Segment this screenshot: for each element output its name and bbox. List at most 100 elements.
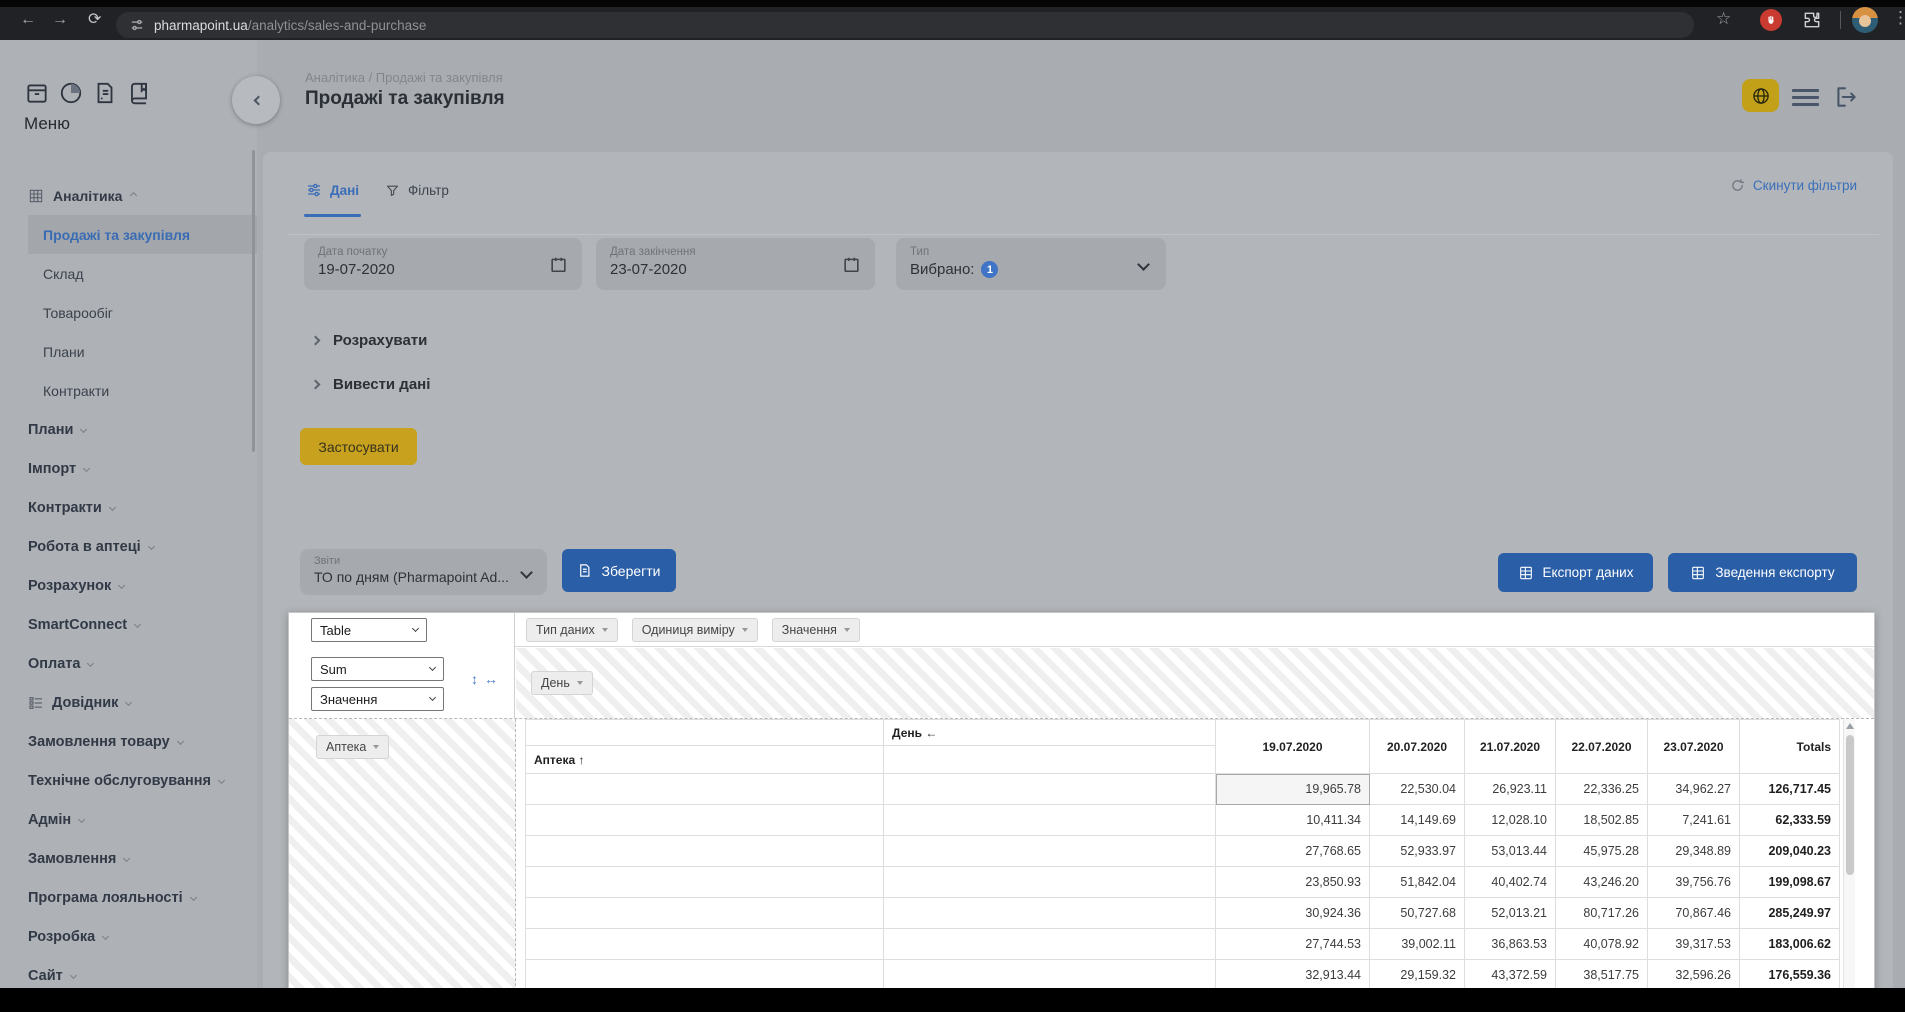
sidebar-item[interactable]: Товарообіг <box>0 293 257 332</box>
sidebar-section[interactable]: SmartConnect <box>0 605 257 644</box>
data-cell[interactable]: 40,402.74 <box>1465 867 1556 898</box>
total-cell[interactable]: 126,717.45 <box>1740 774 1840 805</box>
data-cell[interactable]: 36,863.53 <box>1465 929 1556 960</box>
sidebar-section[interactable]: Розрахунок <box>0 566 257 605</box>
data-cell[interactable]: 30,924.36 <box>1216 898 1370 929</box>
sidebar-section[interactable]: Технічне обслуговування <box>0 761 257 800</box>
sidebar-section[interactable]: Адмін <box>0 800 257 839</box>
sidebar-section-analytics[interactable]: Аналітика <box>0 176 257 215</box>
extensions-puzzle-icon[interactable] <box>1802 10 1822 30</box>
pivot-table[interactable]: День ←19.07.202020.07.202021.07.202022.0… <box>525 719 1840 1012</box>
sidebar-section[interactable]: Оплата <box>0 644 257 683</box>
apply-button[interactable]: Застосувати <box>300 428 417 465</box>
date-column-header[interactable]: 23.07.2020 <box>1648 720 1740 774</box>
data-cell[interactable]: 27,744.53 <box>1216 929 1370 960</box>
data-cell[interactable]: 22,530.04 <box>1370 774 1465 805</box>
row-field-pill[interactable]: Аптека <box>316 735 389 759</box>
data-cell[interactable]: 52,933.97 <box>1370 836 1465 867</box>
row-label-cell[interactable] <box>526 898 884 929</box>
data-cell[interactable]: 19,965.78 <box>1216 774 1370 805</box>
data-cell[interactable]: 22,336.25 <box>1556 774 1648 805</box>
row-sub-cell[interactable] <box>884 805 1216 836</box>
sidebar-section[interactable]: Контракти <box>0 488 257 527</box>
collapse-sidebar-button[interactable] <box>232 76 280 124</box>
row-sub-cell[interactable] <box>884 836 1216 867</box>
row-label-cell[interactable] <box>526 867 884 898</box>
tab-data[interactable]: Дані <box>306 182 359 198</box>
resize-vertical-icon[interactable]: ↕ <box>471 671 478 687</box>
data-cell[interactable]: 14,149.69 <box>1370 805 1465 836</box>
data-cell[interactable]: 80,717.26 <box>1556 898 1648 929</box>
data-cell[interactable]: 26,923.11 <box>1465 774 1556 805</box>
row-label-cell[interactable] <box>526 960 884 991</box>
sidebar-scrollbar[interactable] <box>252 150 255 452</box>
calendar-icon[interactable] <box>842 255 861 274</box>
data-cell[interactable]: 32,913.44 <box>1216 960 1370 991</box>
data-cell[interactable]: 53,013.44 <box>1465 836 1556 867</box>
data-cell[interactable]: 43,246.20 <box>1556 867 1648 898</box>
reports-select[interactable]: Звіти ТО по дням (Pharmapoint Ad... <box>300 549 547 595</box>
data-cell[interactable]: 70,867.46 <box>1648 898 1740 929</box>
table-scrollbar[interactable] <box>1843 719 1855 1012</box>
sidebar-section[interactable]: Розробка <box>0 917 257 956</box>
data-cell[interactable]: 7,241.61 <box>1648 805 1740 836</box>
values-select[interactable]: Значення <box>311 687 444 711</box>
sidebar-section[interactable]: Робота в аптеці <box>0 527 257 566</box>
sidebar-item[interactable]: Контракти <box>0 371 257 410</box>
data-cell[interactable]: 34,962.27 <box>1648 774 1740 805</box>
pivot-column-dropzone[interactable]: День <box>516 648 1874 718</box>
scrollbar-thumb[interactable] <box>1846 735 1854 875</box>
sidebar-section[interactable]: Довідник <box>0 683 257 722</box>
sidebar-section[interactable]: Плани <box>0 410 257 449</box>
language-button[interactable] <box>1742 79 1779 112</box>
site-info-icon[interactable] <box>130 18 144 32</box>
date-column-header[interactable]: 19.07.2020 <box>1216 720 1370 774</box>
book-icon[interactable] <box>126 80 152 106</box>
address-bar[interactable]: pharmapoint.ua/analytics/sales-and-purch… <box>116 12 1694 38</box>
sidebar-item[interactable]: Склад <box>0 254 257 293</box>
row-sub-cell[interactable] <box>884 960 1216 991</box>
archive-icon[interactable] <box>24 80 50 106</box>
total-cell[interactable]: 176,559.36 <box>1740 960 1840 991</box>
data-cell[interactable]: 39,756.76 <box>1648 867 1740 898</box>
total-cell[interactable]: 285,249.97 <box>1740 898 1840 929</box>
total-cell[interactable]: 209,040.23 <box>1740 836 1840 867</box>
data-cell[interactable]: 29,348.89 <box>1648 836 1740 867</box>
sidebar-section[interactable]: Програма лояльності <box>0 878 257 917</box>
data-cell[interactable]: 39,317.53 <box>1648 929 1740 960</box>
tab-filter[interactable]: Фільтр <box>385 183 449 198</box>
data-cell[interactable]: 29,159.32 <box>1370 960 1465 991</box>
hamburger-icon[interactable] <box>1792 89 1819 106</box>
measure-pill[interactable]: Значення <box>772 618 860 642</box>
total-cell[interactable]: 199,098.67 <box>1740 867 1840 898</box>
profile-avatar[interactable] <box>1852 7 1878 33</box>
data-cell[interactable]: 43,372.59 <box>1465 960 1556 991</box>
logout-button[interactable] <box>1833 84 1859 110</box>
data-cell[interactable]: 50,727.68 <box>1370 898 1465 929</box>
adblock-extension-icon[interactable] <box>1760 9 1782 31</box>
totals-header[interactable]: Totals <box>1740 720 1840 774</box>
data-cell[interactable]: 51,842.04 <box>1370 867 1465 898</box>
data-cell[interactable]: 12,028.10 <box>1465 805 1556 836</box>
total-cell[interactable]: 183,006.62 <box>1740 929 1840 960</box>
date-start-field[interactable]: Дата початку 19-07-2020 <box>304 238 582 290</box>
sidebar-section[interactable]: Імпорт <box>0 449 257 488</box>
data-cell[interactable]: 52,013.21 <box>1465 898 1556 929</box>
sidebar-section[interactable]: Замовлення <box>0 839 257 878</box>
row-sub-cell[interactable] <box>884 774 1216 805</box>
browser-back-button[interactable]: ← <box>20 12 36 28</box>
date-column-header[interactable]: 21.07.2020 <box>1465 720 1556 774</box>
total-cell[interactable]: 62,333.59 <box>1740 805 1840 836</box>
row-sub-cell[interactable] <box>884 898 1216 929</box>
browser-forward-button[interactable]: → <box>52 12 68 28</box>
data-cell[interactable]: 10,411.34 <box>1216 805 1370 836</box>
sidebar-item[interactable]: Продажі та закупівля <box>28 215 257 254</box>
data-cell[interactable]: 27,768.65 <box>1216 836 1370 867</box>
row-sub-cell[interactable] <box>884 929 1216 960</box>
col-axis-header[interactable]: День ← <box>884 720 1216 746</box>
date-column-header[interactable]: 22.07.2020 <box>1556 720 1648 774</box>
row-label-cell[interactable] <box>526 805 884 836</box>
browser-reload-button[interactable]: ⟳ <box>88 12 101 28</box>
data-cell[interactable]: 32,596.26 <box>1648 960 1740 991</box>
data-cell[interactable]: 23,850.93 <box>1216 867 1370 898</box>
